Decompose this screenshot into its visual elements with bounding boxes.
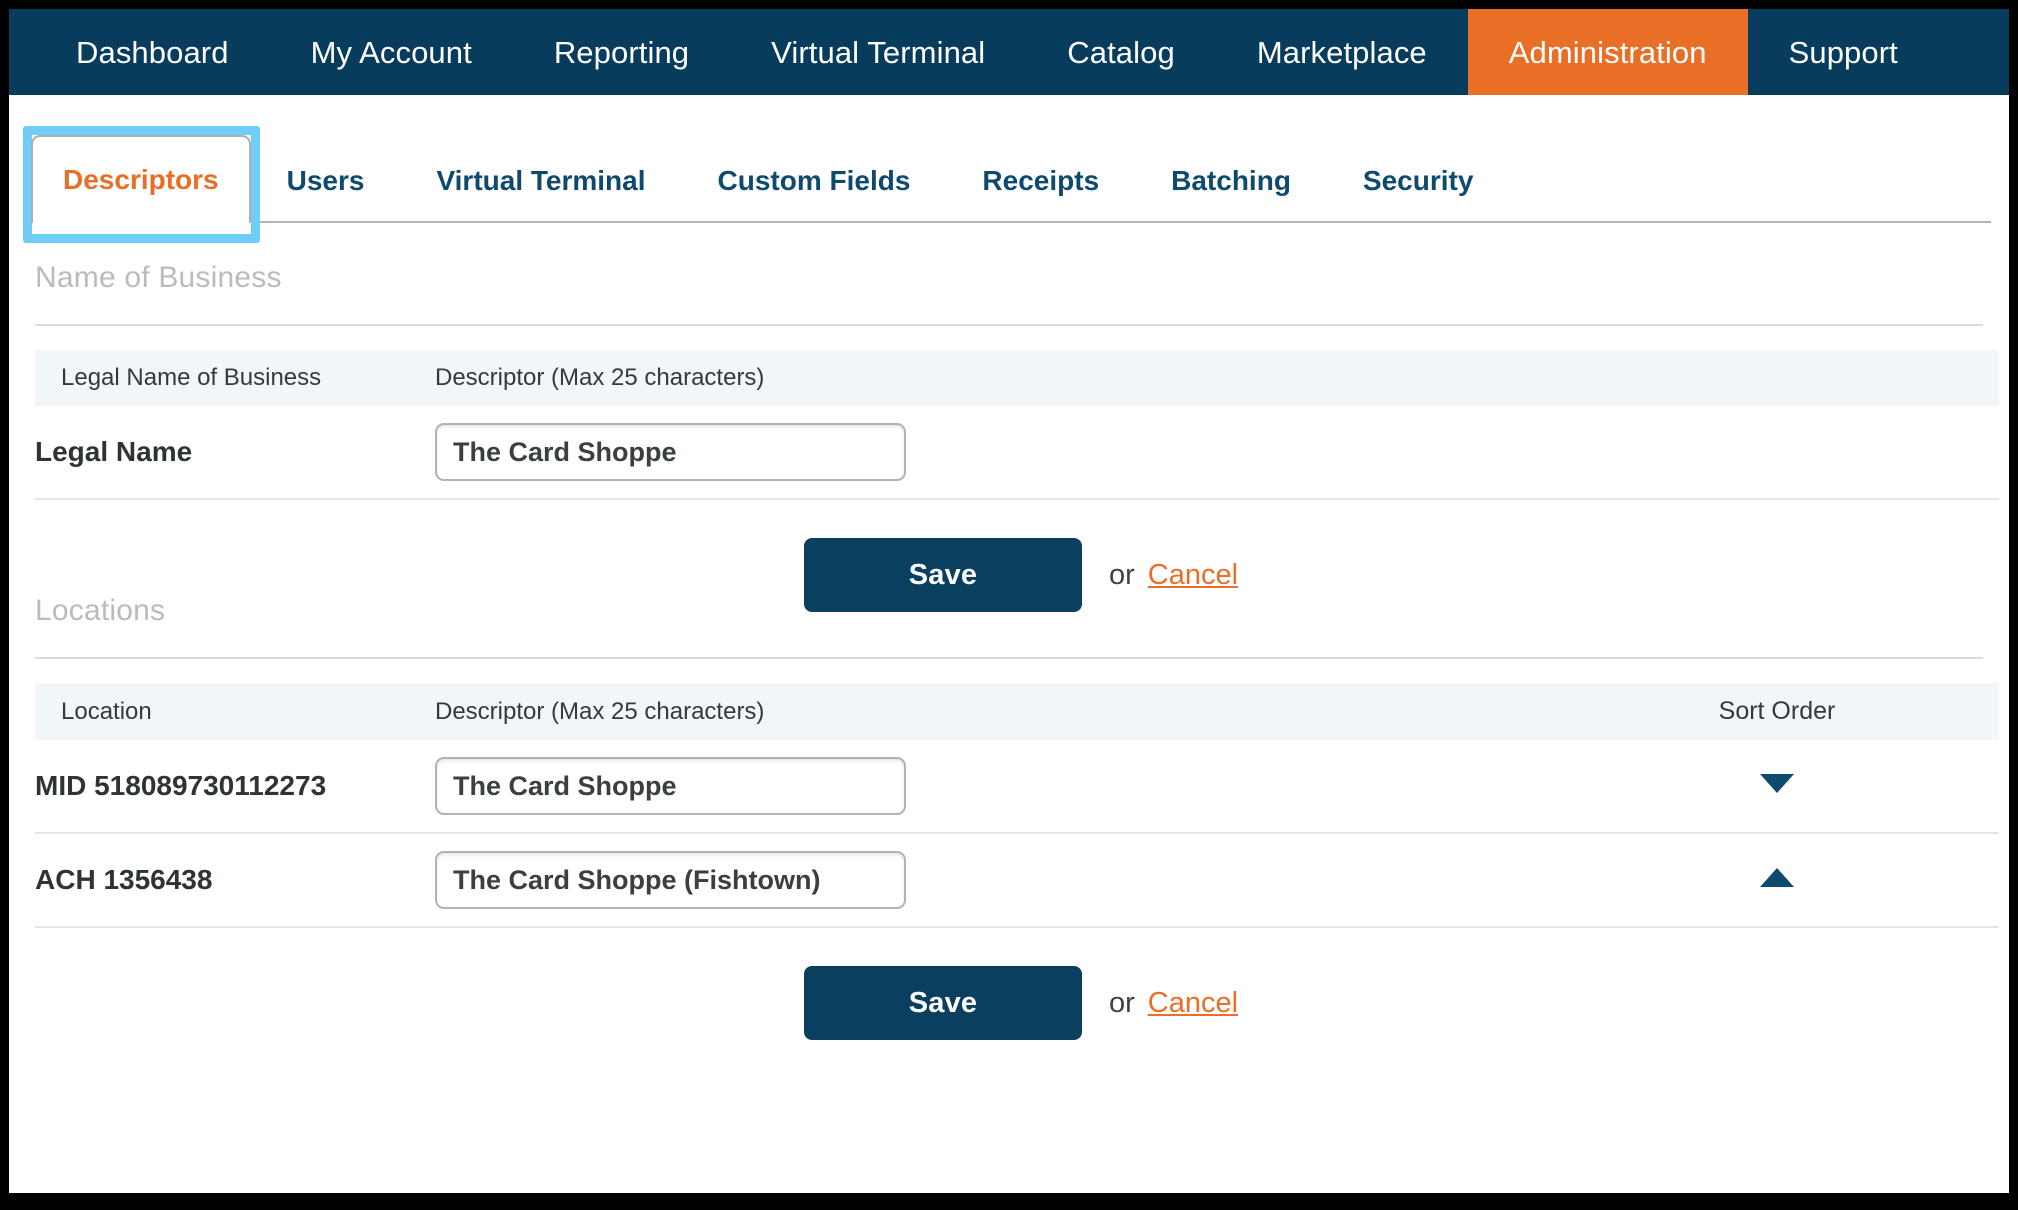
business-table-head: Legal Name of Business Descriptor (Max 2… <box>35 350 1999 406</box>
location-row-sort-cell[interactable] <box>1555 740 1999 834</box>
nav-item-support[interactable]: Support <box>1748 9 1939 95</box>
section-divider <box>35 324 1983 326</box>
tab-virtual-terminal[interactable]: Virtual Terminal <box>400 139 681 223</box>
business-row-spacer-cell <box>1555 406 1999 500</box>
admin-tab-list: Descriptors Users Virtual Terminal Custo… <box>31 95 1509 223</box>
section-title-name-of-business: Name of Business <box>35 261 282 294</box>
section-locations: Locations Location Descriptor (Max 25 ch… <box>9 556 2009 1078</box>
locations-table-header-row: Location Descriptor (Max 25 characters) … <box>35 683 1999 740</box>
tab-receipts[interactable]: Receipts <box>946 139 1135 223</box>
business-row-label: Legal Name <box>35 406 435 500</box>
table-row: Legal Name <box>35 406 1999 500</box>
screenshot-frame: Dashboard My Account Reporting Virtual T… <box>0 0 2018 1210</box>
col-header-descriptor: Descriptor (Max 25 characters) <box>435 683 1555 740</box>
locations-table-head: Location Descriptor (Max 25 characters) … <box>35 683 1999 740</box>
ach-descriptor-input[interactable] <box>435 851 906 909</box>
col-header-legal-name-of-business: Legal Name of Business <box>35 350 435 406</box>
nav-item-reporting[interactable]: Reporting <box>513 9 730 95</box>
tab-batching[interactable]: Batching <box>1135 139 1327 223</box>
top-nav-list: Dashboard My Account Reporting Virtual T… <box>9 9 1939 95</box>
business-row-descriptor-cell <box>435 406 1555 500</box>
locations-descriptor-table: Location Descriptor (Max 25 characters) … <box>35 683 1999 928</box>
location-row-descriptor-cell <box>435 833 1555 928</box>
col-header-location: Location <box>35 683 435 740</box>
table-row: ACH 1356438 <box>35 833 1999 928</box>
nav-item-virtual-terminal[interactable]: Virtual Terminal <box>730 9 1026 95</box>
location-row-label: MID 518089730112273 <box>35 740 435 834</box>
location-row-label: ACH 1356438 <box>35 833 435 928</box>
nav-item-dashboard[interactable]: Dashboard <box>35 9 270 95</box>
col-header-spacer <box>1555 350 1999 406</box>
app-window: Dashboard My Account Reporting Virtual T… <box>9 9 2009 1193</box>
legal-name-descriptor-input[interactable] <box>435 423 906 481</box>
admin-tab-bar: Descriptors Users Virtual Terminal Custo… <box>9 95 2009 223</box>
tab-security[interactable]: Security <box>1327 139 1510 223</box>
or-label-locations: or <box>1109 986 1135 1019</box>
tab-users[interactable]: Users <box>251 139 401 223</box>
nav-item-marketplace[interactable]: Marketplace <box>1216 9 1468 95</box>
locations-table-body: MID 518089730112273 ACH 1356438 <box>35 740 1999 928</box>
nav-item-catalog[interactable]: Catalog <box>1026 9 1216 95</box>
section-title-locations: Locations <box>35 594 166 627</box>
mid-descriptor-input[interactable] <box>435 757 906 815</box>
business-table-body: Legal Name <box>35 406 1999 500</box>
cancel-link-locations[interactable]: Cancel <box>1148 987 1238 1020</box>
section-divider <box>35 657 1983 659</box>
tab-custom-fields[interactable]: Custom Fields <box>682 139 947 223</box>
save-button-locations[interactable]: Save <box>804 966 1082 1040</box>
table-row: MID 518089730112273 <box>35 740 1999 834</box>
business-table-header-row: Legal Name of Business Descriptor (Max 2… <box>35 350 1999 406</box>
col-header-descriptor: Descriptor (Max 25 characters) <box>435 350 1555 406</box>
chevron-up-icon[interactable] <box>1760 868 1794 887</box>
location-row-descriptor-cell <box>435 740 1555 834</box>
nav-item-administration[interactable]: Administration <box>1467 9 1748 95</box>
chevron-down-icon[interactable] <box>1760 774 1794 793</box>
location-row-sort-cell[interactable] <box>1555 833 1999 928</box>
nav-item-my-account[interactable]: My Account <box>270 9 513 95</box>
tab-descriptors[interactable]: Descriptors <box>31 135 251 223</box>
col-header-sort-order: Sort Order <box>1555 683 1999 740</box>
locations-action-bar: Save or Cancel <box>9 928 2009 1078</box>
top-navigation-bar: Dashboard My Account Reporting Virtual T… <box>9 9 2009 95</box>
business-descriptor-table: Legal Name of Business Descriptor (Max 2… <box>35 350 1999 500</box>
